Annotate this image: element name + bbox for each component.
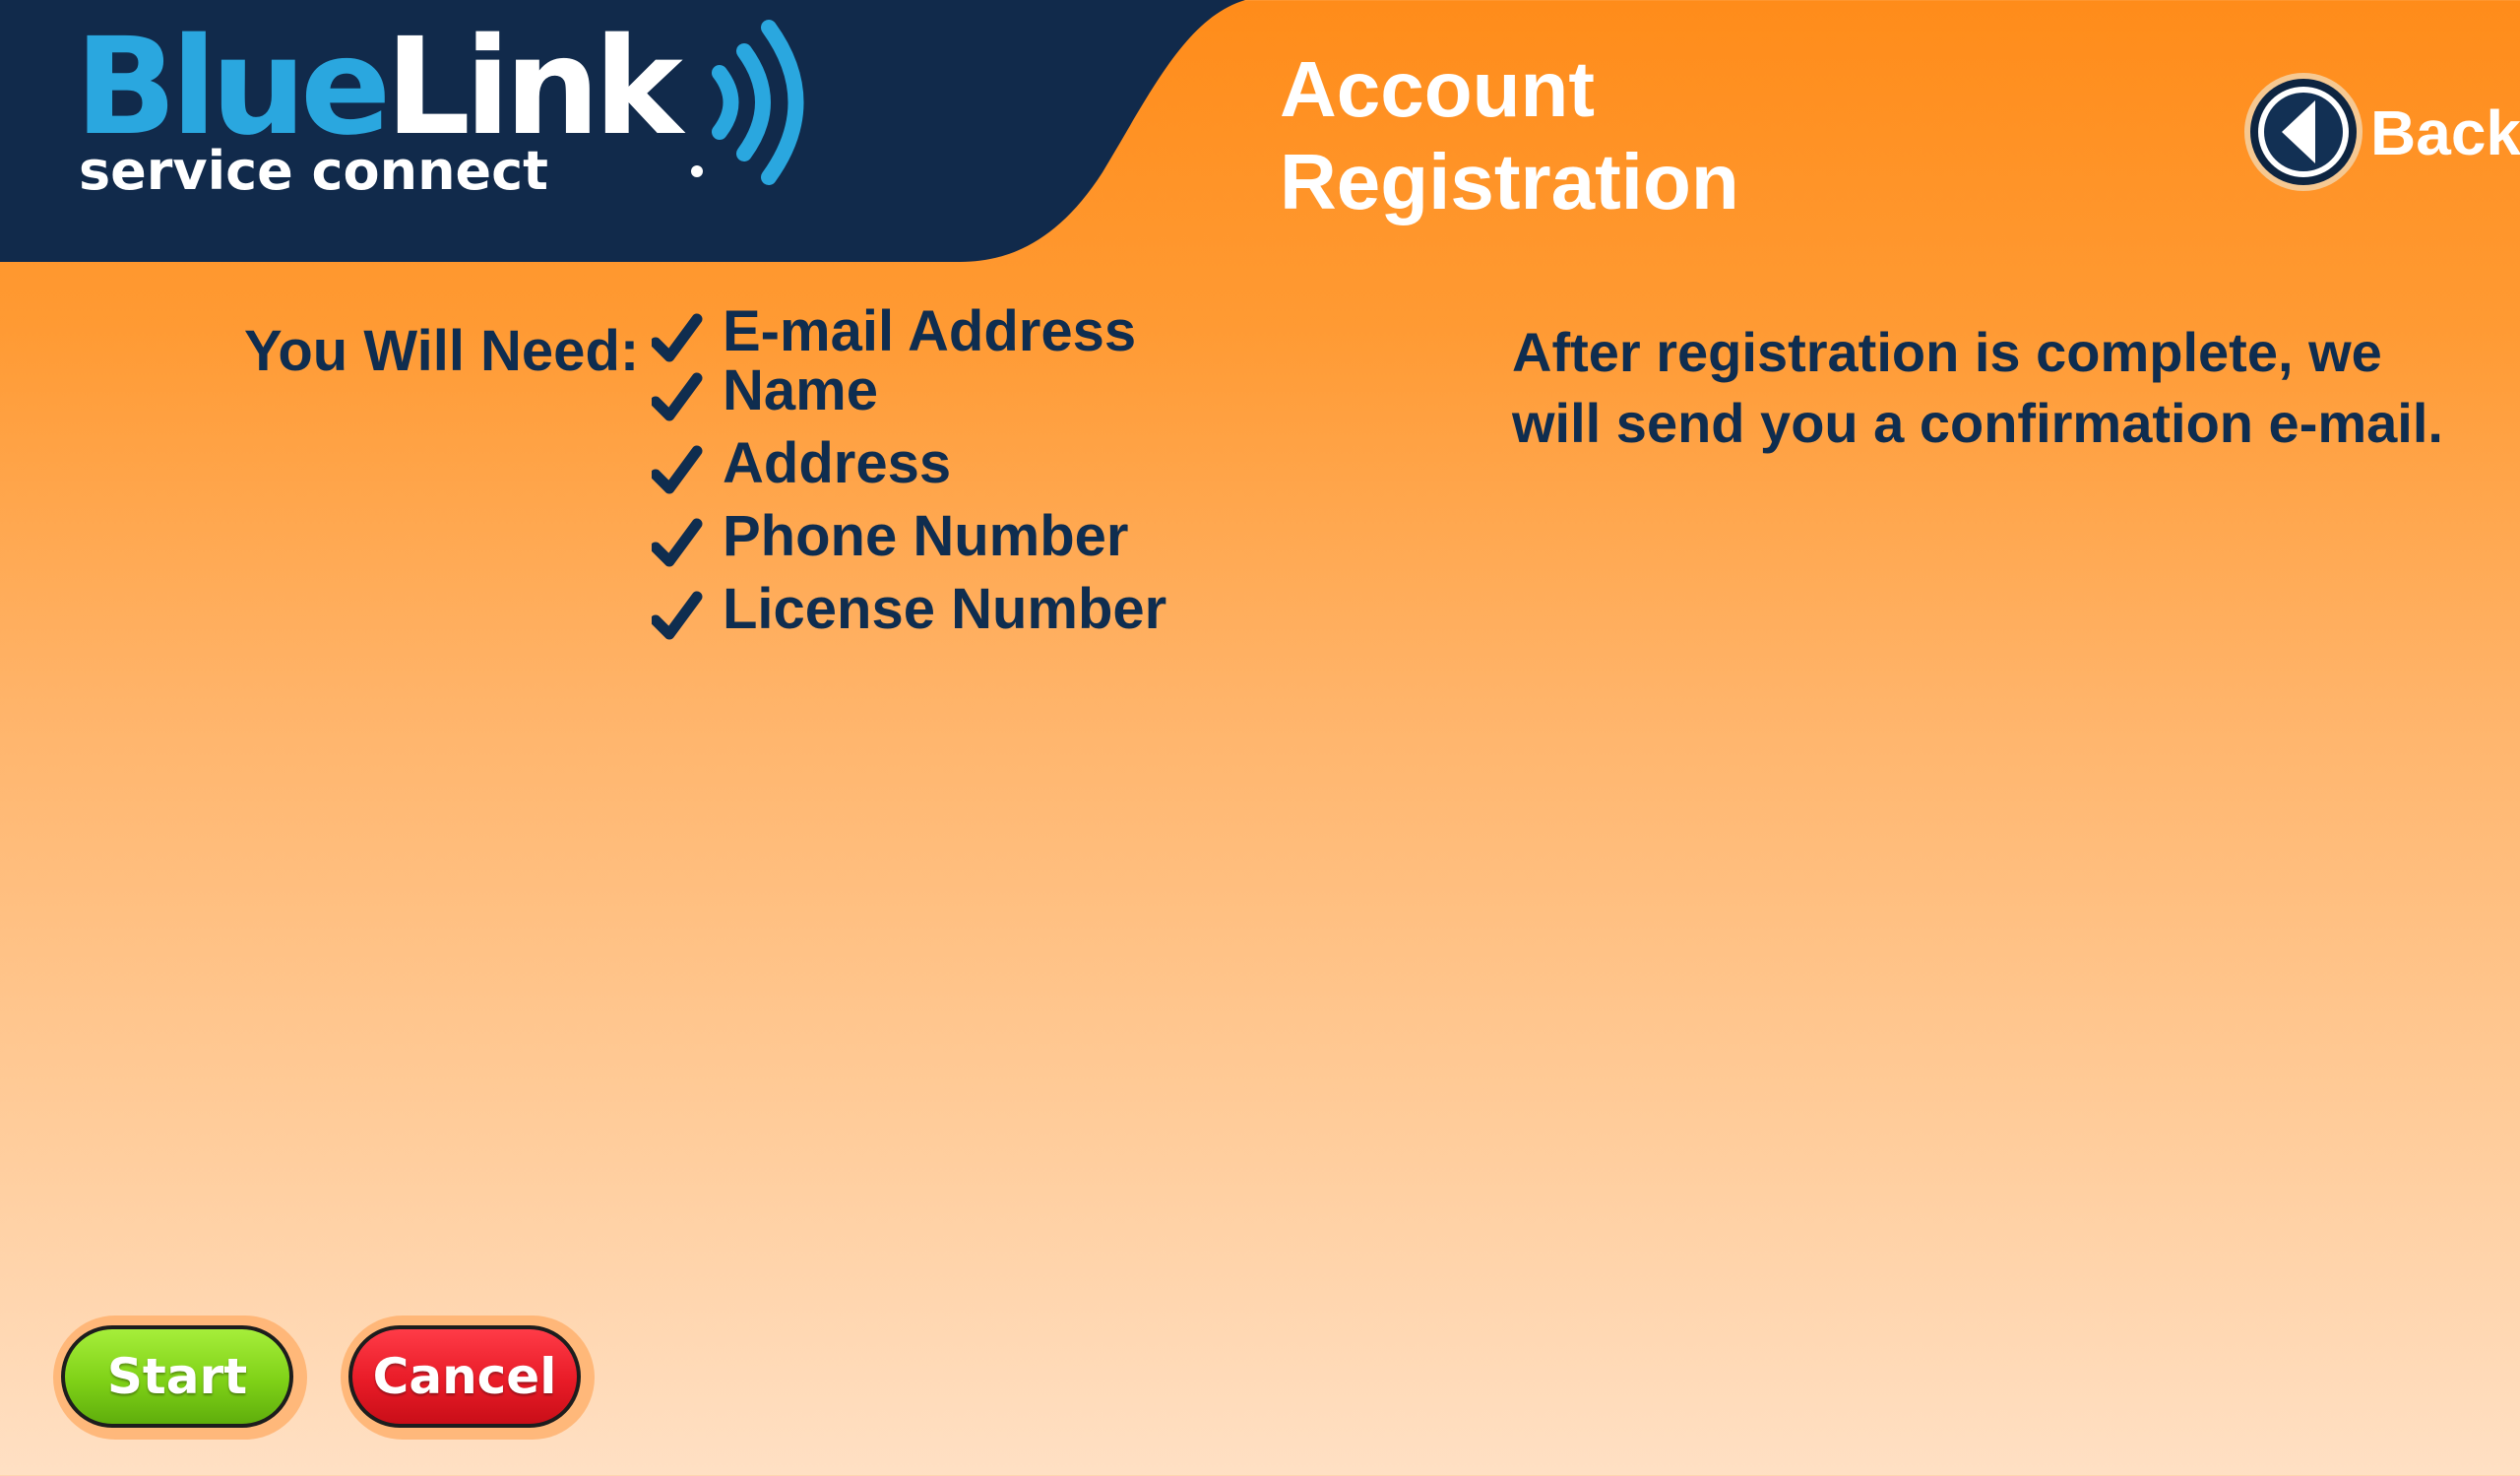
start-button[interactable]: Start	[53, 1316, 307, 1440]
back-label: Back	[2370, 97, 2520, 168]
checkmark-icon	[652, 313, 703, 362]
requirement-label: License Number	[723, 577, 1167, 641]
bluelink-logo: BlueLink service connect	[75, 14, 804, 211]
page-title-line-1: Account	[1280, 45, 1595, 133]
requirement-label: Phone Number	[723, 504, 1129, 568]
cancel-button[interactable]: Cancel	[341, 1316, 595, 1440]
wireless-signal-icon	[691, 20, 804, 185]
page-title: Account Registration	[1280, 43, 1739, 228]
logo-tagline: service connect	[79, 140, 548, 202]
requirements-label: You Will Need:	[244, 319, 640, 383]
confirmation-info: After registration is complete, we will …	[1512, 317, 2496, 459]
requirement-label: Name	[723, 358, 878, 422]
checkmark-icon	[652, 372, 703, 421]
checkmark-icon	[652, 518, 703, 567]
chevron-left-icon	[2244, 73, 2362, 191]
confirmation-info-line-2: will send you a confirmation e-mail.	[1512, 392, 2443, 454]
confirmation-info-line-1: After registration is complete, we	[1512, 321, 2382, 383]
back-button[interactable]: Back	[2242, 71, 2520, 193]
checkmark-icon	[652, 591, 703, 640]
start-button-label: Start	[61, 1325, 293, 1428]
page-title-line-2: Registration	[1280, 138, 1739, 225]
requirement-label: Address	[723, 431, 952, 495]
checkmark-icon	[652, 445, 703, 494]
cancel-button-label: Cancel	[348, 1325, 581, 1428]
